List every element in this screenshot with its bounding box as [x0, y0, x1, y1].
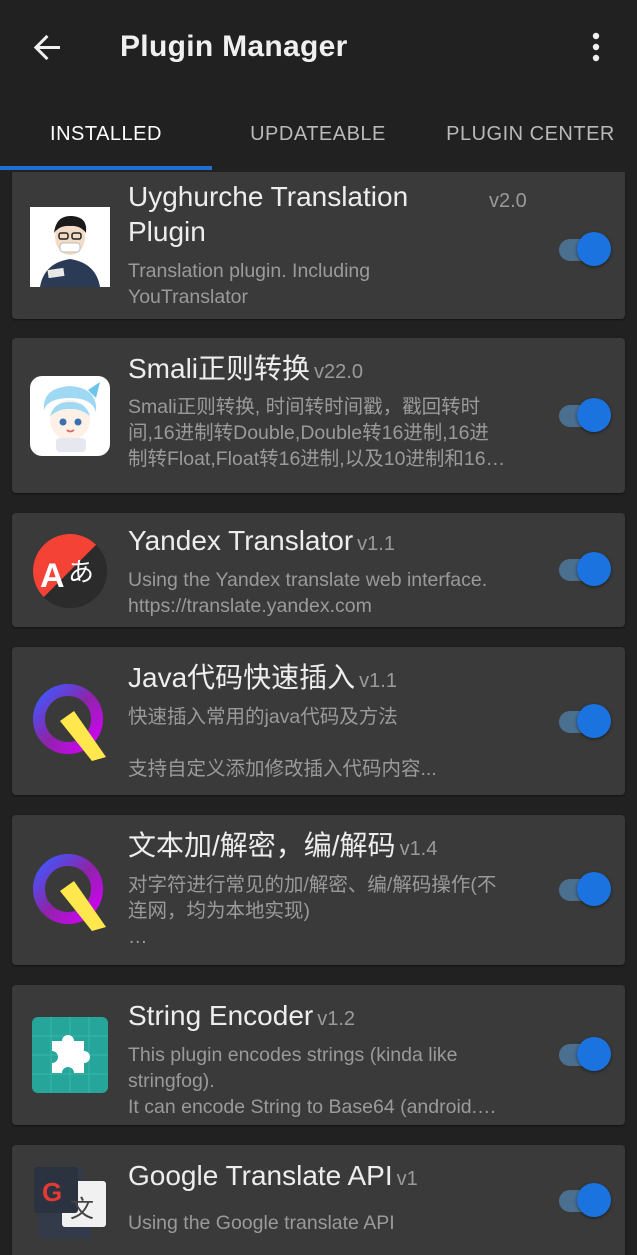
- plugin-enable-toggle[interactable]: [557, 232, 613, 268]
- svg-text:A: A: [40, 557, 65, 595]
- plugin-title: Smali正则转换: [128, 353, 311, 384]
- plugin-name: 文本加/解密，编/解码 v1.4: [128, 828, 437, 867]
- plugin-name: Yandex Translator v1.1: [128, 523, 395, 562]
- app-bar: Plugin Manager: [0, 0, 637, 97]
- plugin-name: Google Translate API v1: [128, 1158, 418, 1197]
- plugin-enable-toggle[interactable]: [557, 398, 613, 434]
- plugin-title: 文本加/解密，编/解码: [128, 830, 396, 861]
- plugin-title: Java代码快速插入: [128, 662, 356, 693]
- arrow-back-icon: [33, 34, 60, 61]
- back-button[interactable]: [28, 28, 68, 68]
- tab-plugin-center[interactable]: PLUGIN CENTER: [424, 97, 637, 172]
- plugin-description: 快速插入常用的java代码及方法 支持自定义添加修改插入代码内容...: [128, 706, 437, 780]
- plugin-card[interactable]: G 文 Google Translate API v1 Using the Goo…: [12, 1145, 625, 1255]
- svg-text:文: 文: [70, 1195, 94, 1223]
- toggle-knob: [577, 232, 611, 266]
- toggle-knob: [577, 704, 611, 738]
- plugin-name: Uyghurche Translation: [128, 181, 409, 212]
- plugin-version: v1: [396, 1168, 418, 1190]
- plugin-card[interactable]: Uyghurche Translation Plugin v2.0 Transl…: [12, 172, 625, 319]
- plugin-name-continued: Plugin: [128, 216, 206, 247]
- plugin-enable-toggle[interactable]: [557, 704, 613, 740]
- plugin-description: Translation plugin. Including YouTransla…: [128, 260, 371, 308]
- more-options-button[interactable]: [584, 28, 608, 68]
- plugin-description: Smali正则转换, 时间转时间戳，戳回转时 间,16进制转Double,Dou…: [128, 396, 506, 470]
- q-logo-icon: [30, 681, 110, 761]
- puzzle-piece-icon: [32, 1017, 108, 1093]
- more-vert-icon: [592, 32, 600, 62]
- plugin-description: This plugin encodes strings (kinda like …: [128, 1044, 497, 1118]
- plugin-enable-toggle[interactable]: [557, 1037, 613, 1073]
- plugin-card[interactable]: 文本加/解密，编/解码 v1.4 对字符进行常见的加/解密、编/解码操作(不 连网…: [12, 815, 625, 965]
- toggle-knob: [577, 552, 611, 586]
- plugin-enable-toggle[interactable]: [557, 552, 613, 588]
- google-translate-icon: G 文: [32, 1165, 108, 1241]
- plugin-enable-toggle[interactable]: [557, 872, 613, 908]
- plugin-name: String Encoder v1.2: [128, 998, 355, 1037]
- plugin-card[interactable]: Java代码快速插入 v1.1 快速插入常用的java代码及方法 支持自定义添加修…: [12, 647, 625, 795]
- toggle-knob: [577, 1037, 611, 1071]
- plugin-name: Java代码快速插入 v1.1: [128, 660, 397, 699]
- q-logo-icon: [30, 851, 110, 931]
- plugin-version: v2.0: [489, 190, 527, 212]
- plugin-version: v22.0: [314, 361, 363, 383]
- anime-character-icon: [30, 376, 110, 456]
- page-title: Plugin Manager: [120, 30, 348, 63]
- plugin-description: Using the Yandex translate web interface…: [128, 569, 488, 617]
- toggle-knob: [577, 1183, 611, 1217]
- tab-updateable[interactable]: UPDATEABLE: [212, 97, 424, 172]
- plugin-description: 对字符进行常见的加/解密、编/解码操作(不 连网，均为本地实现) …: [128, 874, 497, 948]
- plugin-enable-toggle[interactable]: [557, 1183, 613, 1219]
- tab-bar: INSTALLED UPDATEABLE PLUGIN CENTER: [0, 97, 637, 172]
- plugin-title: Google Translate API: [128, 1160, 393, 1191]
- plugin-description: Using the Google translate API: [128, 1212, 395, 1234]
- plugin-version: v1.1: [357, 533, 395, 555]
- svg-text:G: G: [42, 1177, 62, 1207]
- plugin-version: v1.2: [317, 1008, 356, 1030]
- tab-installed[interactable]: INSTALLED: [0, 97, 212, 172]
- plugin-card[interactable]: String Encoder v1.2 This plugin encodes s…: [12, 985, 625, 1125]
- plugin-version: v1.1: [359, 670, 397, 692]
- plugin-title: Yandex Translator: [128, 525, 354, 556]
- svg-text:あ: あ: [68, 558, 94, 588]
- avatar-icon: [30, 207, 110, 287]
- plugin-list[interactable]: Uyghurche Translation Plugin v2.0 Transl…: [0, 172, 637, 1255]
- plugin-card[interactable]: Smali正则转换 v22.0 Smali正则转换, 时间转时间戳，戳回转时 间,…: [12, 338, 625, 493]
- toggle-knob: [577, 872, 611, 906]
- plugin-name: Smali正则转换 v22.0: [128, 351, 363, 390]
- plugin-title: String Encoder: [128, 1000, 314, 1031]
- plugin-version: v1.4: [399, 838, 438, 860]
- plugin-card[interactable]: A あ Yandex Translator v1.1 Using the Yand…: [12, 513, 625, 627]
- toggle-knob: [577, 398, 611, 432]
- tab-indicator: [0, 166, 212, 170]
- yandex-translate-icon: A あ: [30, 531, 110, 611]
